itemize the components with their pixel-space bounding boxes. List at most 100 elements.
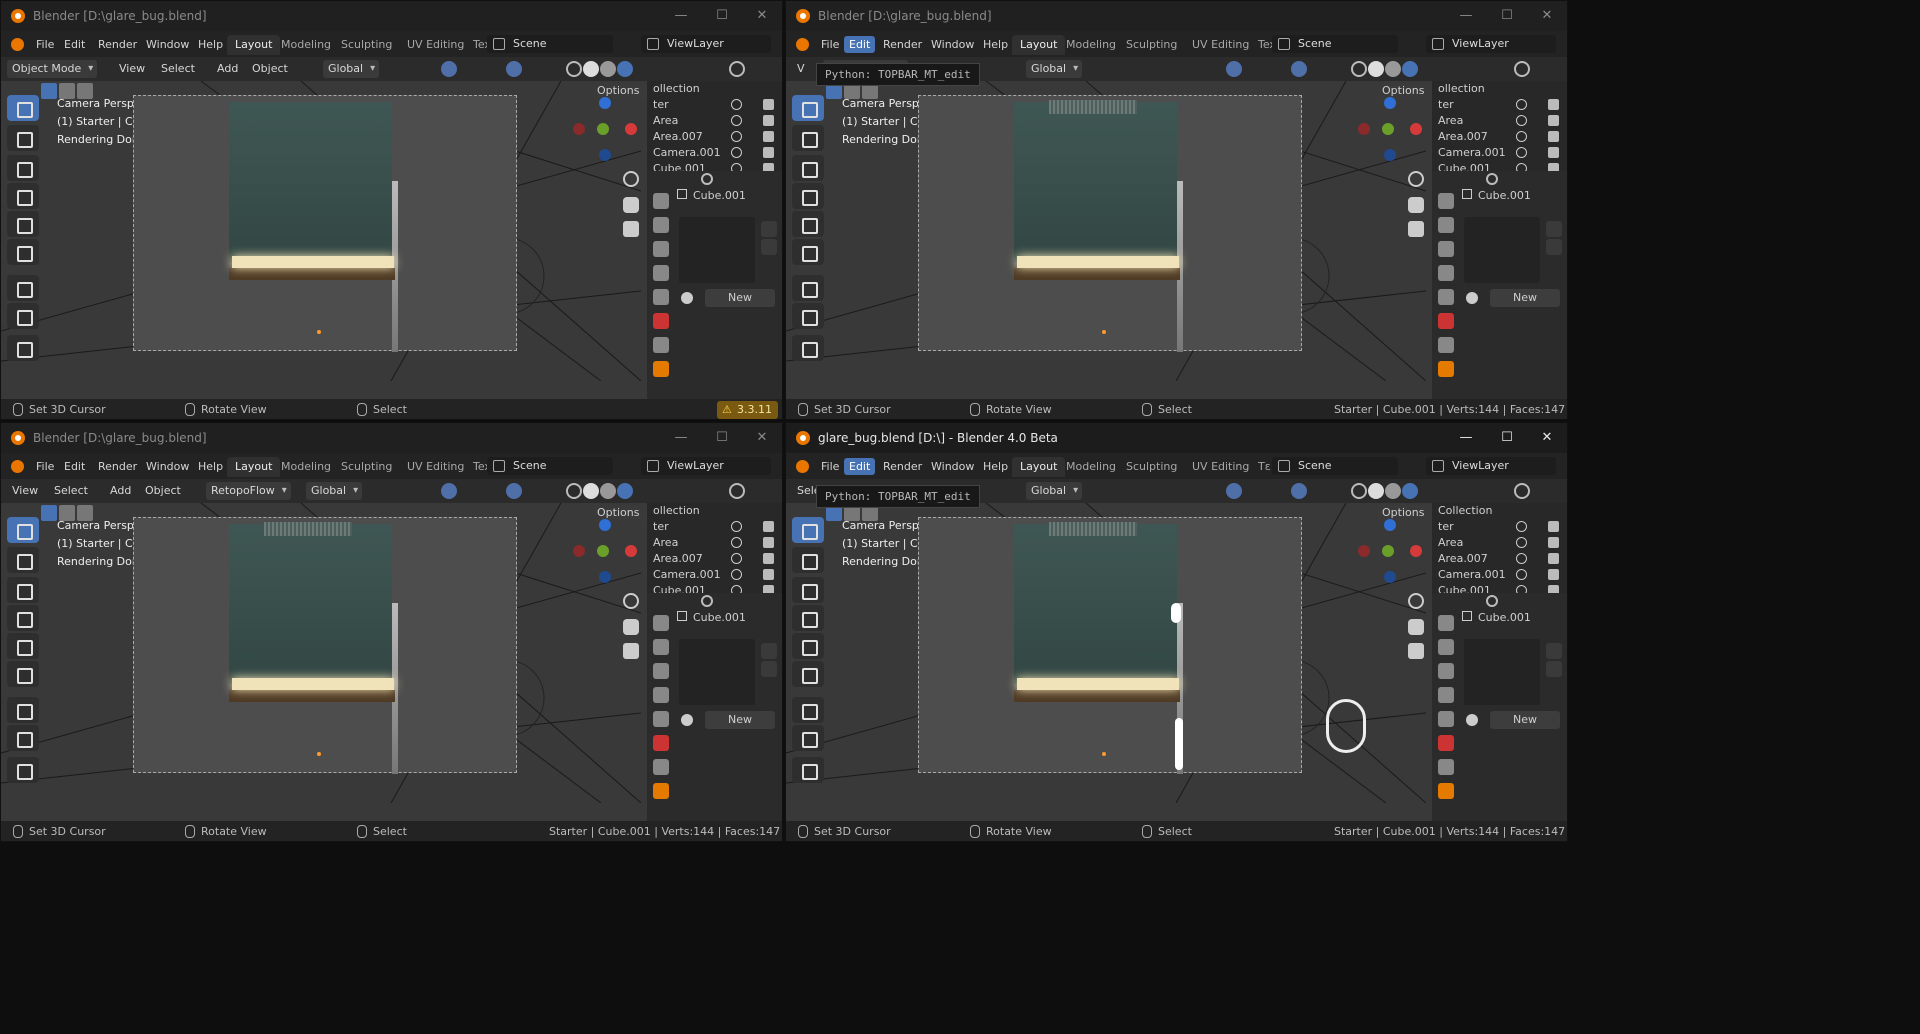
- search-icon[interactable]: [729, 483, 745, 499]
- shading-wire-icon[interactable]: [566, 483, 582, 499]
- cursor-tool-icon[interactable]: [792, 125, 824, 151]
- scale-tool-icon[interactable]: [792, 633, 824, 659]
- world-props-icon[interactable]: [1438, 313, 1454, 329]
- shading-solid-icon[interactable]: [1368, 61, 1384, 77]
- version-warning[interactable]: 3.3.11: [717, 401, 778, 419]
- outliner-item[interactable]: Camera.001: [653, 567, 721, 583]
- add-cube-tool-icon[interactable]: [792, 757, 824, 783]
- pan-hand-icon[interactable]: [1408, 197, 1424, 213]
- collection-props-icon[interactable]: [1438, 337, 1454, 353]
- new-material-button[interactable]: New: [705, 711, 775, 729]
- outliner-item[interactable]: Camera.001: [1438, 145, 1506, 161]
- visibility-eye-icon[interactable]: [1516, 537, 1527, 548]
- transform-tool-icon[interactable]: [792, 661, 824, 687]
- workspace-tab[interactable]: Modeling: [273, 457, 339, 477]
- menu-render[interactable]: Render: [878, 36, 927, 53]
- close-icon[interactable]: ✕: [1527, 427, 1567, 449]
- move-tool-icon[interactable]: [792, 155, 824, 181]
- minimize-icon[interactable]: —: [1446, 427, 1486, 449]
- cursor-tool-icon[interactable]: [7, 547, 39, 573]
- add-cube-tool-icon[interactable]: [792, 335, 824, 361]
- visibility-eye-icon[interactable]: [731, 115, 742, 126]
- shading-material-icon[interactable]: [1385, 61, 1401, 77]
- outliner[interactable]: Collection ter Area Area.007 Camera.001 Cube.…: [1432, 503, 1567, 597]
- measure-tool-icon[interactable]: [7, 725, 39, 751]
- scale-tool-icon[interactable]: [7, 633, 39, 659]
- object-props-icon[interactable]: [1438, 361, 1454, 377]
- new-material-button[interactable]: New: [705, 289, 775, 307]
- workspace-tab[interactable]: Modeling: [1058, 35, 1124, 55]
- menu-edit[interactable]: Edit: [59, 458, 90, 475]
- pan-hand-icon[interactable]: [623, 619, 639, 635]
- scene-props-icon[interactable]: [1438, 289, 1454, 305]
- axis-x-icon[interactable]: [625, 123, 637, 135]
- annotate-tool-icon[interactable]: [792, 697, 824, 723]
- annotate-tool-icon[interactable]: [7, 275, 39, 301]
- shading-solid-icon[interactable]: [1368, 483, 1384, 499]
- remove-slot-icon[interactable]: [1546, 239, 1562, 255]
- blender-menu-icon[interactable]: [796, 38, 809, 51]
- measure-tool-icon[interactable]: [7, 303, 39, 329]
- material-slot-list[interactable]: [679, 639, 755, 705]
- render-props-icon[interactable]: [1438, 639, 1454, 655]
- menu-edit[interactable]: Edit: [59, 36, 90, 53]
- render-props-icon[interactable]: [653, 639, 669, 655]
- view-layer-props-icon[interactable]: [1438, 687, 1454, 703]
- navigation-gizmo[interactable]: [1356, 517, 1426, 587]
- menu-render[interactable]: Render: [878, 458, 927, 475]
- pan-hand-icon[interactable]: [1408, 619, 1424, 635]
- scene-selector[interactable]: Scene: [487, 35, 613, 53]
- outliner-item[interactable]: ter: [653, 519, 669, 535]
- rotate-tool-icon[interactable]: [7, 183, 39, 209]
- minimize-icon[interactable]: —: [661, 5, 701, 27]
- object-props-icon[interactable]: [653, 361, 669, 377]
- shading-material-icon[interactable]: [600, 483, 616, 499]
- header-menu-item[interactable]: Add: [105, 482, 136, 500]
- search-icon[interactable]: [1514, 61, 1530, 77]
- snap-icon[interactable]: [1226, 61, 1242, 77]
- axis-z-icon[interactable]: [599, 519, 611, 531]
- collection-props-icon[interactable]: [653, 759, 669, 775]
- tool-props-icon[interactable]: [1438, 193, 1454, 209]
- render-props-icon[interactable]: [1438, 217, 1454, 233]
- menu-render[interactable]: Render: [93, 36, 142, 53]
- visibility-eye-icon[interactable]: [1516, 131, 1527, 142]
- cursor-tool-icon[interactable]: [792, 547, 824, 573]
- header-menu-item[interactable]: Add: [212, 60, 243, 78]
- rotate-tool-icon[interactable]: [792, 605, 824, 631]
- axis-neg-z-icon[interactable]: [599, 149, 611, 161]
- maximize-icon[interactable]: ☐: [1487, 5, 1527, 27]
- cursor-tool-icon[interactable]: [7, 125, 39, 151]
- blender-menu-icon[interactable]: [11, 460, 24, 473]
- scene-selector[interactable]: Scene: [1272, 457, 1398, 475]
- transform-tool-icon[interactable]: [7, 239, 39, 265]
- visibility-eye-icon[interactable]: [1516, 553, 1527, 564]
- workspace-tab[interactable]: Modeling: [273, 35, 339, 55]
- axis-y-icon[interactable]: [597, 545, 609, 557]
- workspace-tab[interactable]: UV Editing: [1184, 457, 1257, 477]
- camera-view-icon[interactable]: [1408, 643, 1424, 659]
- axis-neg-z-icon[interactable]: [1384, 571, 1396, 583]
- view-layer-selector[interactable]: ViewLayer: [1426, 457, 1556, 475]
- axis-z-icon[interactable]: [599, 97, 611, 109]
- transform-orientation[interactable]: Global: [1026, 60, 1083, 78]
- material-slot-list[interactable]: [1464, 217, 1540, 283]
- shading-wire-icon[interactable]: [1351, 61, 1367, 77]
- shading-wire-icon[interactable]: [1351, 483, 1367, 499]
- zoom-icon[interactable]: [1408, 171, 1424, 187]
- scene-props-icon[interactable]: [653, 289, 669, 305]
- outliner-item[interactable]: Camera.001: [1438, 567, 1506, 583]
- visibility-eye-icon[interactable]: [731, 147, 742, 158]
- output-props-icon[interactable]: [653, 663, 669, 679]
- outliner-item[interactable]: ollection: [1438, 81, 1485, 97]
- rotate-tool-icon[interactable]: [792, 183, 824, 209]
- remove-slot-icon[interactable]: [761, 239, 777, 255]
- outliner-item[interactable]: Area.007: [653, 129, 703, 145]
- shading-rendered-icon[interactable]: [1402, 61, 1418, 77]
- move-tool-icon[interactable]: [7, 577, 39, 603]
- menu-window[interactable]: Window: [141, 36, 194, 53]
- outliner[interactable]: ollection ter Area Area.007 Camera.001 Cube.0…: [647, 81, 782, 175]
- select-tool-icon[interactable]: [7, 517, 39, 543]
- tool-props-icon[interactable]: [653, 193, 669, 209]
- render-camera-icon[interactable]: [763, 537, 774, 548]
